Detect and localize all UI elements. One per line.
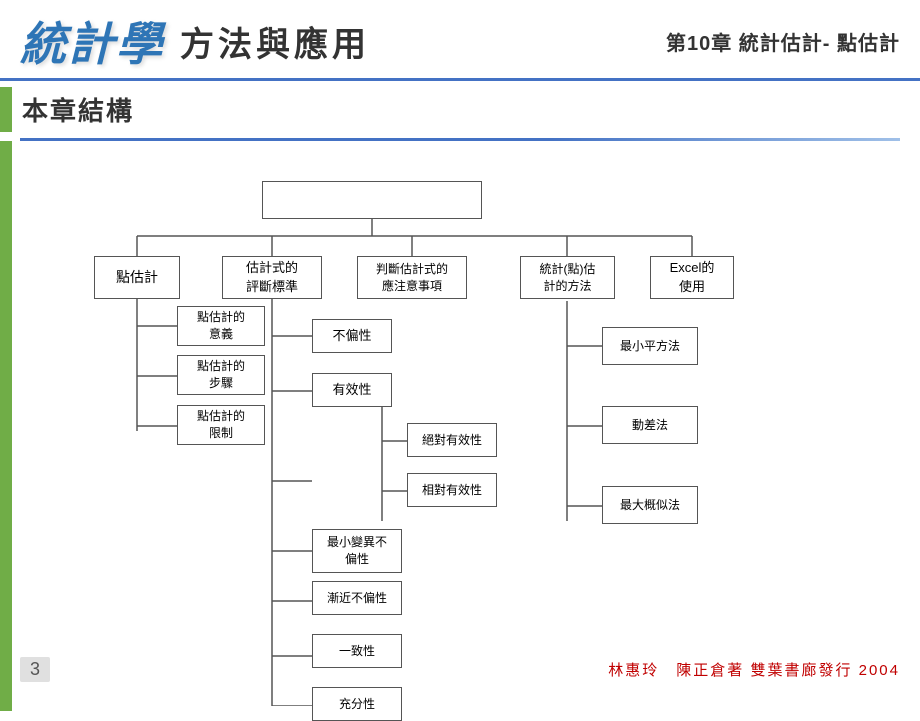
n1-box: 點估計 (94, 256, 180, 299)
footer: 3 林惠玲 陳正倉著 雙葉書廊發行 2004 (0, 657, 920, 682)
page-number: 3 (20, 657, 50, 682)
n2b2-box: 相對有效性 (407, 473, 497, 507)
title-kanji: 統計學 (20, 8, 164, 74)
green-bar (0, 87, 12, 132)
n4a-box: 最小平方法 (602, 327, 698, 365)
n1c-box: 點估計的 限制 (177, 405, 265, 445)
left-bar (0, 141, 12, 711)
n4b-box: 動差法 (602, 406, 698, 444)
footer-credit: 林惠玲 陳正倉著 雙葉書廊發行 2004 (608, 659, 900, 680)
n1b-box: 點估計的 步驟 (177, 355, 265, 395)
n2c-box: 最小變異不 偏性 (312, 529, 402, 573)
n2-box: 估計式的 評斷標準 (222, 256, 322, 299)
main-area: 點估計 估計式的 評斷標準 判斷估計式的 應注意事項 統計(點)估 計的方法 E… (0, 141, 920, 711)
header: 統計學 方法與應用 第10章 統計估計- 點估計 (0, 0, 920, 81)
section-header: 本章結構 (0, 81, 920, 138)
tree-diagram: 點估計 估計式的 評斷標準 判斷估計式的 應注意事項 統計(點)估 計的方法 E… (32, 151, 900, 706)
n5-box: Excel的 使用 (650, 256, 734, 299)
n2a-box: 不偏性 (312, 319, 392, 353)
content-area: 點估計 估計式的 評斷標準 判斷估計式的 應注意事項 統計(點)估 計的方法 E… (12, 141, 920, 711)
n2f-box: 充分性 (312, 687, 402, 721)
section-title: 本章結構 (22, 87, 134, 132)
n4c-box: 最大概似法 (602, 486, 698, 524)
root-box (262, 181, 482, 219)
n2b1-box: 絕對有效性 (407, 423, 497, 457)
n2d-box: 漸近不偏性 (312, 581, 402, 615)
title-sub: 方法與應用 (180, 17, 370, 66)
chapter-title: 第10章 統計估計- 點估計 (666, 27, 900, 56)
n3-box: 判斷估計式的 應注意事項 (357, 256, 467, 299)
n4-box: 統計(點)估 計的方法 (520, 256, 615, 299)
n1a-box: 點估計的 意義 (177, 306, 265, 346)
n2b-box: 有效性 (312, 373, 392, 407)
